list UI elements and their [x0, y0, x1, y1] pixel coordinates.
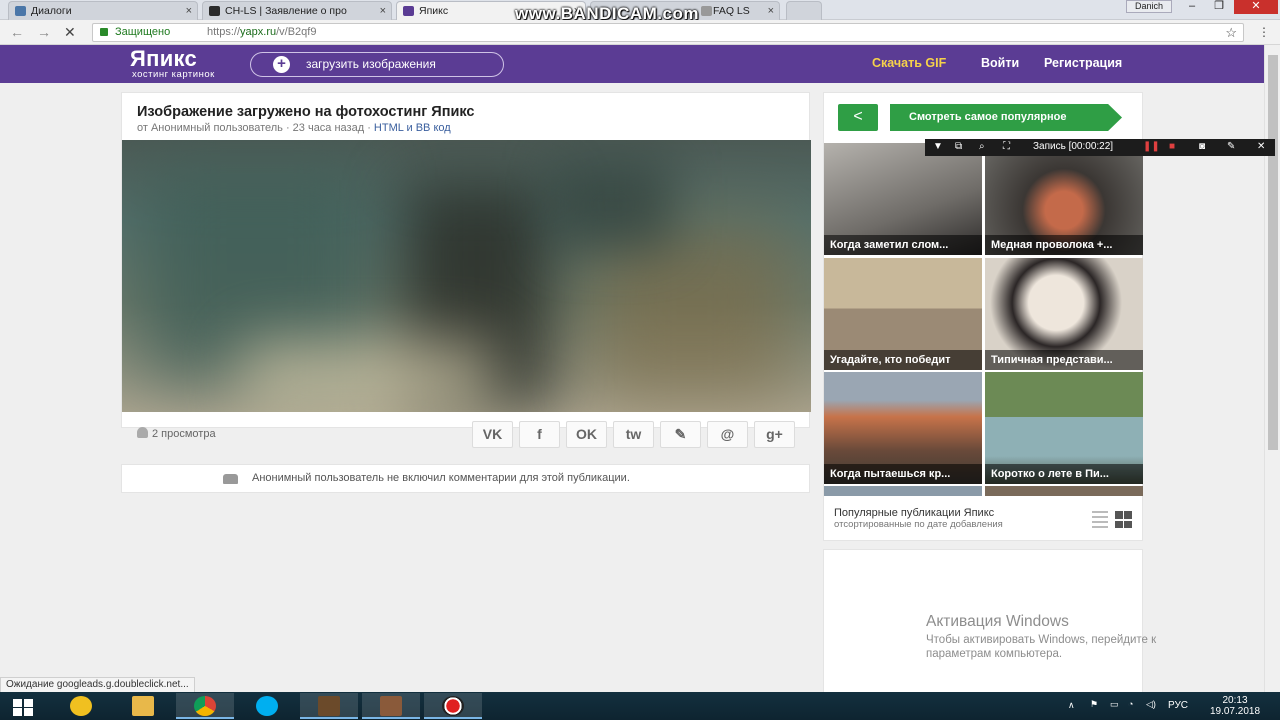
close-icon[interactable]: ✕: [1257, 139, 1265, 155]
network-icon[interactable]: ◔: [1128, 699, 1133, 709]
popular-thumb[interactable]: Медная проволока +...: [985, 143, 1143, 255]
loading-icon: [403, 6, 414, 16]
vk-icon: [15, 6, 26, 16]
window-icon[interactable]: ⧉: [955, 139, 962, 155]
url-field[interactable]: Защищено https://yapx.ru/v/B2qf9 ☆: [92, 23, 1244, 42]
taskbar-game[interactable]: [300, 693, 358, 719]
flag-icon[interactable]: ⚑: [1090, 699, 1098, 710]
new-tab-button[interactable]: [786, 1, 822, 20]
view-popular-button[interactable]: Смотреть самое популярное: [890, 104, 1122, 131]
secure-label: Защищено: [115, 26, 171, 38]
popular-subtitle: отсортированные по дате добавления: [834, 519, 1003, 530]
post-title: Изображение загружено на фотохостинг Япи…: [137, 104, 475, 120]
post-card: Изображение загружено на фотохостинг Япи…: [121, 92, 811, 448]
grid-view-icon[interactable]: [1115, 511, 1132, 528]
address-bar: ← → ✕ Защищено https://yapx.ru/v/B2qf9 ☆…: [0, 20, 1280, 45]
minimize-button[interactable]: –: [1178, 0, 1206, 14]
language-indicator[interactable]: РУС: [1168, 700, 1188, 711]
share-facebook-button[interactable]: f: [519, 421, 560, 448]
back-button[interactable]: <: [838, 104, 878, 131]
chrome-icon: [194, 696, 216, 716]
share-gplus-button[interactable]: g+: [754, 421, 795, 448]
scrollbar-thumb[interactable]: [1268, 55, 1278, 450]
loading-status: Ожидание googleads.g.doubleclick.net...: [0, 677, 195, 693]
taskbar-game[interactable]: [362, 693, 420, 719]
clock[interactable]: 20:13 19.07.2018: [1200, 695, 1270, 717]
close-window-button[interactable]: ✕: [1234, 0, 1278, 14]
dropdown-icon[interactable]: ▼: [933, 139, 943, 155]
profile-badge[interactable]: Danich: [1126, 0, 1172, 13]
comments-disabled-notice: Анонимный пользователь не включил коммен…: [121, 464, 810, 493]
menu-icon[interactable]: ⋮: [1258, 25, 1270, 39]
game-icon: [380, 696, 402, 716]
user-icon: [137, 427, 148, 438]
login-link[interactable]: Войти: [981, 56, 1019, 70]
close-icon[interactable]: ×: [380, 2, 386, 20]
bookmark-star-icon[interactable]: ☆: [1225, 24, 1237, 41]
register-link[interactable]: Регистрация: [1044, 56, 1122, 70]
windows-taskbar: ∧ ⚑ ▭ ◔ ◁) РУС 20:13 19.07.2018: [0, 692, 1280, 720]
skype-icon: [256, 696, 278, 716]
post-meta: от Анонимный пользователь · 23 часа наза…: [137, 122, 451, 134]
download-gif-link[interactable]: Скачать GIF: [872, 56, 946, 70]
html-bb-code-link[interactable]: HTML и BB код: [374, 122, 451, 134]
forward-icon[interactable]: →: [37, 24, 51, 40]
share-link-button[interactable]: ✎: [660, 421, 701, 448]
camera-icon[interactable]: ◙: [1199, 139, 1205, 155]
record-icon: [442, 696, 464, 716]
popular-thumb[interactable]: Коротко о лете в Пи...: [985, 372, 1143, 484]
popular-thumb[interactable]: Когда заметил слом...: [824, 143, 982, 255]
list-view-icon[interactable]: [1092, 511, 1108, 528]
plus-icon: +: [273, 56, 290, 73]
stop-record-icon[interactable]: ■: [1169, 139, 1175, 155]
site-icon: [701, 6, 712, 16]
share-mail-button[interactable]: @: [707, 421, 748, 448]
folder-icon: [132, 696, 154, 716]
taskbar-bandicam[interactable]: [424, 693, 482, 719]
taskbar-chrome[interactable]: [176, 693, 234, 719]
taskbar-skype[interactable]: [238, 693, 296, 719]
view-count: 2 просмотра: [137, 427, 216, 440]
lock-icon: [100, 28, 108, 36]
popular-thumb[interactable]: Когда пытаешься кр...: [824, 372, 982, 484]
zoom-icon[interactable]: ⌕: [979, 139, 985, 155]
recording-toolbar: ▼ ⧉ ⌕ ⛶ Запись [00:00:22] ❚❚ ■ ◙ ✎ ✕: [925, 139, 1275, 156]
taskbar-app[interactable]: [52, 693, 110, 719]
upload-images-button[interactable]: + загрузить изображения: [250, 52, 504, 77]
game-icon: [318, 696, 340, 716]
popular-thumb[interactable]: Типичная представи...: [985, 258, 1143, 370]
taskbar-explorer[interactable]: [114, 693, 172, 719]
share-vk-button[interactable]: VK: [472, 421, 513, 448]
url-text: https://yapx.ru/v/B2qf9: [207, 26, 317, 38]
windows-activation-watermark: Активация Windows Чтобы активировать Win…: [926, 613, 1157, 660]
popular-thumb-partial[interactable]: [824, 486, 982, 496]
battery-icon[interactable]: ▭: [1110, 699, 1119, 710]
popular-thumb[interactable]: Угадайте, кто победит: [824, 258, 982, 370]
site-header: Япикс хостинг картинок + загрузить изобр…: [0, 45, 1264, 83]
site-icon: [209, 6, 220, 16]
tab-dialogs[interactable]: Диалоги ×: [8, 1, 198, 20]
recording-timer: Запись [00:00:22]: [1033, 141, 1114, 152]
maximize-button[interactable]: ❐: [1205, 0, 1233, 14]
back-icon[interactable]: ←: [10, 24, 24, 40]
uploaded-image[interactable]: [122, 140, 811, 412]
site-logo[interactable]: Япикс хостинг картинок: [130, 48, 215, 80]
close-icon[interactable]: ×: [768, 2, 774, 20]
lock-icon: [223, 474, 238, 484]
crop-icon[interactable]: ⛶: [1003, 139, 1010, 155]
pen-icon[interactable]: ✎: [1227, 139, 1235, 155]
pause-icon[interactable]: ❚❚: [1143, 139, 1160, 155]
share-twitter-button[interactable]: tw: [613, 421, 654, 448]
app-icon: [70, 696, 92, 716]
chevron-up-icon[interactable]: ∧: [1068, 700, 1075, 711]
volume-icon[interactable]: ◁): [1146, 699, 1156, 710]
popular-title: Популярные публикации Япикс: [834, 507, 995, 519]
stop-icon[interactable]: ✕: [64, 24, 76, 41]
popular-thumb-partial[interactable]: [985, 486, 1143, 496]
popular-sidebar: < Смотреть самое популярное Когда замети…: [823, 92, 1143, 541]
start-button[interactable]: [0, 692, 48, 720]
share-ok-button[interactable]: OK: [566, 421, 607, 448]
close-icon[interactable]: ×: [186, 2, 192, 20]
tab-ch-ls[interactable]: CH-LS | Заявление о про ×: [202, 1, 392, 20]
